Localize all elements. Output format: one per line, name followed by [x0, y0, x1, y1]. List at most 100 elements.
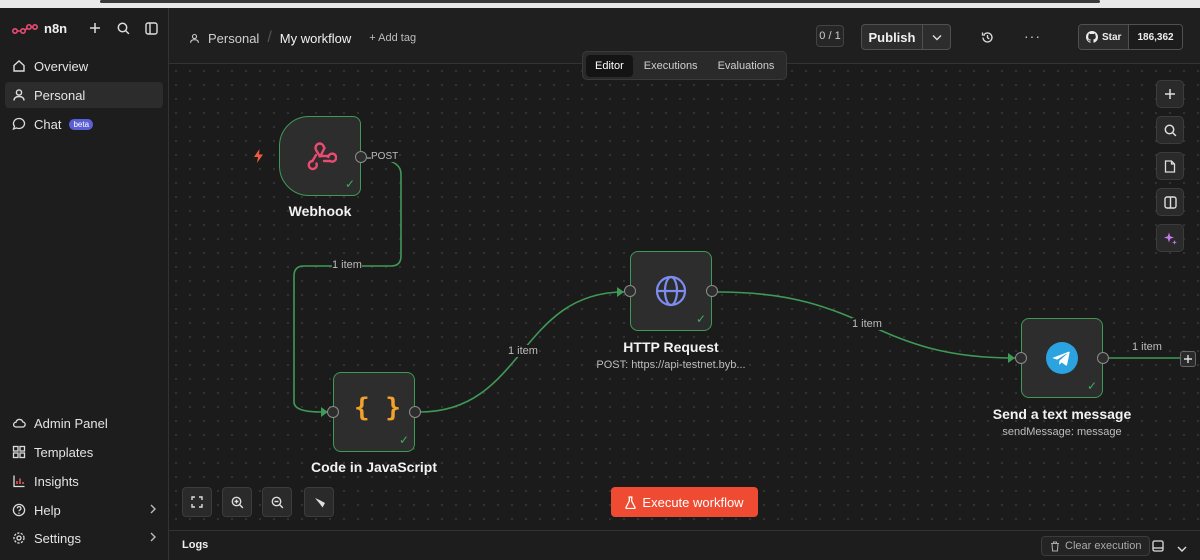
node-telegram-subtitle: sendMessage: message	[1002, 426, 1122, 438]
globe-icon	[655, 275, 687, 307]
fit-view-icon	[191, 496, 203, 508]
telegram-icon	[1046, 342, 1078, 374]
trash-icon	[1051, 540, 1059, 552]
zoom-out-button[interactable]	[262, 487, 292, 517]
node-webhook[interactable]: ✓	[279, 116, 361, 196]
webhook-output-label: POST	[371, 151, 399, 162]
brand-name: n8n	[44, 21, 68, 36]
code-output-port[interactable]	[409, 406, 421, 418]
code-input-port[interactable]	[327, 406, 339, 418]
publish-button[interactable]: Publish	[862, 25, 922, 49]
tab-executions[interactable]: Executions	[635, 55, 707, 77]
clear-execution-button[interactable]: Clear execution	[1041, 536, 1151, 556]
connection-label: 1 item	[1132, 341, 1162, 353]
n8n-logo-icon	[12, 23, 38, 34]
node-webhook-title: Webhook	[288, 203, 352, 219]
collapse-sidebar-icon[interactable]	[143, 20, 159, 36]
tab-evaluations[interactable]: Evaluations	[709, 55, 784, 77]
code-braces-icon: { }	[354, 393, 401, 423]
github-star: Star	[1079, 25, 1129, 49]
connection-arrowhead	[1008, 353, 1015, 363]
node-telegram-title: Send a text message	[992, 406, 1132, 422]
connection-arrowhead	[617, 287, 624, 297]
search-icon[interactable]	[115, 20, 131, 36]
node-code-title: Code in JavaScript	[310, 459, 438, 475]
insights-icon	[13, 475, 25, 488]
github-icon	[1086, 31, 1098, 43]
sidebar-item-personal[interactable]: Personal	[5, 82, 163, 108]
chevron-right-icon	[150, 504, 156, 514]
n8n-logo[interactable]: n8n	[12, 21, 67, 36]
sidebar-item-label: Templates	[34, 444, 94, 460]
sidebar: n8n Overview Personal Chat beta Admin Pa…	[0, 8, 169, 560]
success-check-icon: ✓	[695, 312, 706, 326]
more-options-icon[interactable]: ···	[1024, 28, 1041, 44]
sidebar-header: n8n	[0, 8, 169, 50]
connection-label: 1 item	[508, 345, 538, 357]
sidebar-item-label: Admin Panel	[34, 415, 108, 431]
telegram-input-port[interactable]	[1015, 352, 1027, 364]
ai-assistant-button[interactable]	[1156, 224, 1184, 252]
broom-icon	[314, 497, 325, 507]
breadcrumb-separator: /	[267, 29, 272, 46]
sidebar-item-help[interactable]: Help	[5, 497, 163, 523]
chat-icon	[12, 117, 26, 131]
trigger-bolt-icon	[254, 149, 263, 163]
help-icon	[12, 503, 26, 517]
tidy-up-button[interactable]	[304, 487, 334, 517]
sidebar-item-insights[interactable]: Insights	[5, 468, 163, 494]
search-nodes-button[interactable]	[1156, 116, 1184, 144]
settings-icon	[13, 532, 25, 544]
node-http-request[interactable]: ✓	[630, 251, 712, 331]
zoom-out-icon	[271, 496, 283, 508]
panel-icon	[1163, 195, 1177, 209]
plus-icon[interactable]	[87, 20, 103, 36]
sticky-note-button[interactable]	[1156, 152, 1184, 180]
node-telegram[interactable]: ✓	[1021, 318, 1103, 398]
zoom-in-button[interactable]	[222, 487, 252, 517]
sidebar-item-templates[interactable]: Templates	[5, 439, 163, 465]
zoom-in-icon	[231, 496, 243, 508]
chevron-right-icon	[150, 532, 156, 542]
fit-view-button[interactable]	[182, 487, 212, 517]
history-icon[interactable]	[979, 29, 995, 45]
http-input-port[interactable]	[624, 285, 636, 297]
add-node-after-icon[interactable]	[1180, 351, 1196, 367]
execute-workflow-button[interactable]: Execute workflow	[611, 487, 758, 517]
workflow-name[interactable]: My workflow	[280, 31, 352, 46]
toggle-panel-button[interactable]	[1156, 188, 1184, 216]
breadcrumb-project[interactable]: Personal	[208, 31, 259, 46]
version-counter: 0 / 1	[816, 25, 844, 47]
open-logs-icon[interactable]	[1152, 539, 1164, 557]
sidebar-item-settings[interactable]: Settings	[5, 525, 163, 551]
workflow-canvas[interactable]: Editor Executions Evaluations ✓ POST Web…	[169, 51, 1200, 530]
sidebar-item-admin-panel[interactable]: Admin Panel	[5, 410, 163, 436]
chevron-down-icon[interactable]	[1177, 540, 1187, 558]
http-output-port[interactable]	[706, 285, 718, 297]
cloud-icon	[12, 418, 26, 428]
success-check-icon: ✓	[344, 177, 355, 191]
add-tag-button[interactable]: + Add tag	[369, 32, 416, 44]
sidebar-item-chat[interactable]: Chat beta	[5, 111, 163, 137]
node-http-title: HTTP Request	[623, 339, 719, 355]
github-star-button[interactable]: Star 186,362	[1078, 24, 1183, 50]
search-icon	[1164, 124, 1176, 136]
telegram-output-port[interactable]	[1097, 352, 1109, 364]
node-http-subtitle: POST: https://api-testnet.byb...	[596, 359, 746, 371]
webhook-output-port[interactable]	[355, 151, 367, 163]
webhook-icon	[307, 142, 337, 171]
logs-title: Logs	[182, 539, 209, 551]
sidebar-item-overview[interactable]: Overview	[5, 53, 163, 79]
beta-badge: beta	[69, 118, 94, 130]
add-node-button[interactable]	[1156, 80, 1184, 108]
logs-panel[interactable]: Logs Clear execution	[169, 530, 1200, 560]
sticky-note-icon	[1164, 159, 1176, 173]
publish-dropdown[interactable]	[922, 25, 950, 49]
tab-editor[interactable]: Editor	[586, 54, 633, 77]
sidebar-item-label: Personal	[34, 87, 86, 103]
sidebar-item-label: Overview	[34, 58, 89, 74]
execute-workflow-label: Execute workflow	[642, 494, 744, 510]
node-code[interactable]: { } ✓	[333, 372, 415, 452]
sparkle-icon	[1163, 232, 1177, 245]
view-tabs: Editor Executions Evaluations	[582, 51, 787, 80]
